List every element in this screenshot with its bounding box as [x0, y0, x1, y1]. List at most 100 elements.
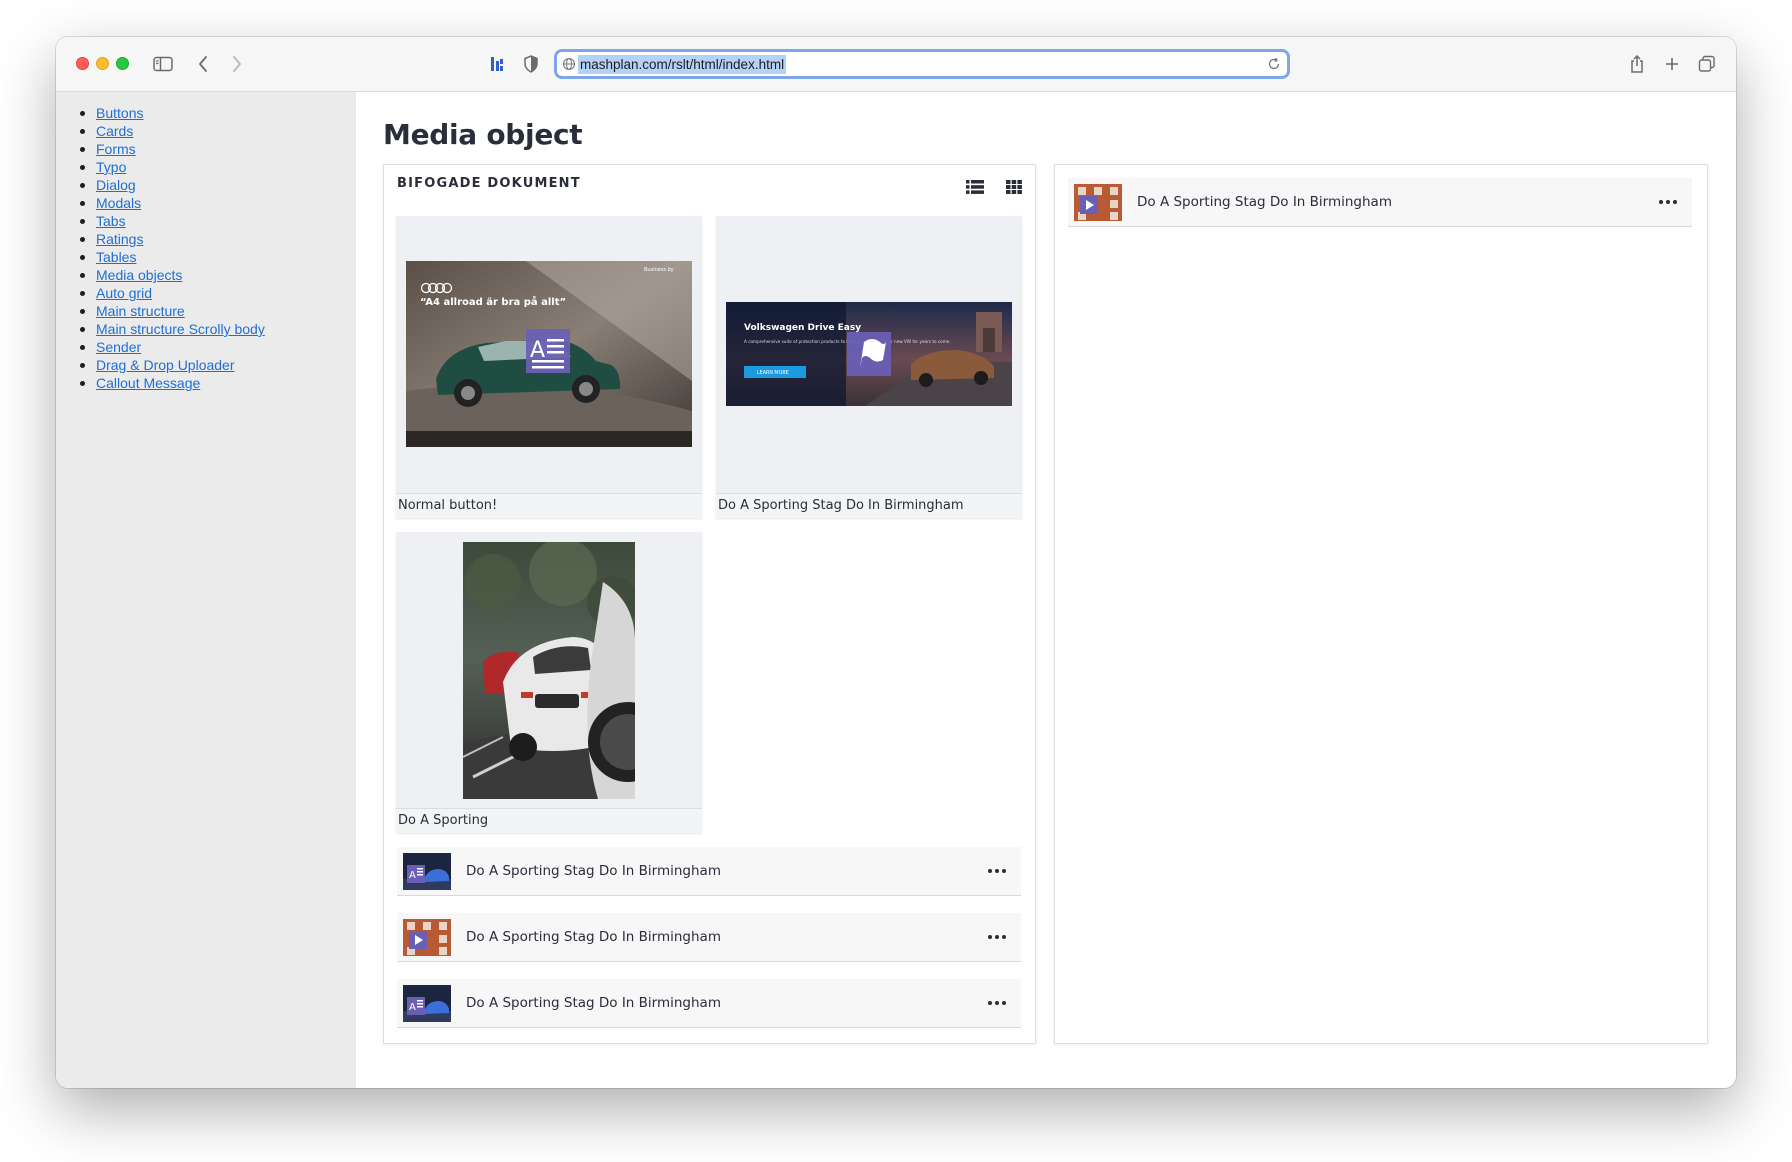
minimize-window-button[interactable]: [96, 57, 109, 70]
sidebar-link-media-objects[interactable]: Media objects: [96, 267, 182, 283]
list-thumbnail: A: [403, 853, 451, 890]
ad-title-audi: “A4 allroad är bra på allt”: [420, 295, 566, 308]
document-icon: A: [403, 853, 451, 890]
list-item-title[interactable]: Do A Sporting Stag Do In Birmingham: [466, 979, 721, 1027]
flag-icon: [847, 332, 891, 376]
list-view-icon: [966, 180, 984, 194]
panel-title: BIFOGADE DOKUMENT: [397, 176, 581, 191]
card-media: “A4 allroad är bra på allt” Business by …: [396, 216, 702, 492]
main-content: Media object BIFOGADE DOKUMENT “A4 allro…: [356, 92, 1736, 1088]
sidebar-item-typo: Typo: [79, 158, 265, 176]
media-list-panel: Do A Sporting Stag Do In Birmingham: [1054, 164, 1708, 1044]
sidebar-link-ratings[interactable]: Ratings: [96, 231, 143, 247]
video-icon: [1074, 184, 1122, 221]
page-title: Media object: [383, 118, 583, 151]
sidebar-item-ratings: Ratings: [79, 230, 265, 248]
more-options-icon[interactable]: [1658, 198, 1678, 206]
close-window-button[interactable]: [76, 57, 89, 70]
list-item[interactable]: Do A Sporting Stag Do In Birmingham: [1068, 178, 1692, 227]
back-icon[interactable]: [190, 51, 216, 77]
sidebar-link-buttons[interactable]: Buttons: [96, 105, 143, 121]
svg-text:A: A: [409, 870, 416, 881]
share-icon[interactable]: [1624, 51, 1650, 77]
zoom-window-button[interactable]: [116, 57, 129, 70]
video-icon: [403, 919, 451, 956]
list-item-title[interactable]: Do A Sporting Stag Do In Birmingham: [1137, 178, 1392, 226]
list-view-button[interactable]: [965, 178, 985, 196]
browser-toolbar: mashplan.com/rslt/html/index.html: [56, 37, 1736, 92]
sidebar-link-drag-drop[interactable]: Drag & Drop Uploader: [96, 357, 235, 373]
sidebar-item-buttons: Buttons: [79, 104, 265, 122]
sidebar-item-forms: Forms: [79, 140, 265, 158]
sidebar-item-tables: Tables: [79, 248, 265, 266]
sidebar-link-forms[interactable]: Forms: [96, 141, 136, 157]
address-bar[interactable]: mashplan.com/rslt/html/index.html: [554, 49, 1290, 79]
sidebar-link-typo[interactable]: Typo: [96, 159, 126, 175]
list-item-title[interactable]: Do A Sporting Stag Do In Birmingham: [466, 847, 721, 895]
more-options-icon[interactable]: [987, 933, 1007, 941]
ad-image-audi: “A4 allroad är bra på allt” Business by …: [406, 261, 692, 447]
sidebar-link-cards[interactable]: Cards: [96, 123, 133, 139]
ad-badge-audi: Business by: [644, 267, 674, 273]
document-icon: A: [403, 985, 451, 1022]
sidebar-nav: Buttons Cards Forms Typo Dialog Modals T…: [56, 92, 356, 1088]
sidebar-item-tabs: Tabs: [79, 212, 265, 230]
sidebar-link-main-structure[interactable]: Main structure: [96, 303, 185, 319]
sidebar-link-callout[interactable]: Callout Message: [96, 375, 200, 391]
card-caption: Normal button!: [396, 493, 702, 518]
sidebar-item-callout: Callout Message: [79, 374, 265, 392]
media-card[interactable]: Do A Sporting: [396, 532, 702, 833]
ad-image-vw: Volkswagen Drive Easy A comprehensive su…: [726, 302, 1012, 406]
sidebar-link-sender[interactable]: Sender: [96, 339, 141, 355]
list-item-title[interactable]: Do A Sporting Stag Do In Birmingham: [466, 913, 721, 961]
tab-overview-icon[interactable]: [1694, 51, 1720, 77]
sidebar-item-modals: Modals: [79, 194, 265, 212]
new-tab-icon[interactable]: [1659, 51, 1685, 77]
media-card[interactable]: Volkswagen Drive Easy A comprehensive su…: [716, 216, 1022, 518]
list-item[interactable]: A Do A Sporting Stag Do In Birmingham: [397, 979, 1021, 1028]
extension-icon[interactable]: [484, 51, 510, 77]
document-icon: A: [526, 329, 570, 373]
card-caption: Do A Sporting Stag Do In Birmingham: [716, 493, 1022, 518]
list-item[interactable]: A Do A Sporting Stag Do In Birmingham: [397, 847, 1021, 896]
sidebar-link-modals[interactable]: Modals: [96, 195, 141, 211]
sidebar-item-sender: Sender: [79, 338, 265, 356]
ad-title-vw: Volkswagen Drive Easy: [744, 323, 861, 333]
svg-text:A: A: [530, 338, 545, 363]
card-caption: Do A Sporting: [396, 808, 702, 833]
globe-icon: [562, 57, 576, 71]
more-options-icon[interactable]: [987, 867, 1007, 875]
sidebar-item-media-objects: Media objects: [79, 266, 265, 284]
car-photo: [463, 541, 635, 799]
media-card[interactable]: “A4 allroad är bra på allt” Business by …: [396, 216, 702, 518]
reload-icon[interactable]: [1267, 57, 1281, 71]
address-bar-text[interactable]: mashplan.com/rslt/html/index.html: [578, 55, 787, 74]
sidebar-toggle-icon[interactable]: [150, 51, 176, 77]
browser-window: mashplan.com/rslt/html/index.html Button…: [56, 37, 1736, 1088]
sidebar-link-tabs[interactable]: Tabs: [96, 213, 126, 229]
list-thumbnail: [1074, 184, 1122, 221]
grid-view-button[interactable]: [1004, 178, 1024, 196]
card-media: Volkswagen Drive Easy A comprehensive su…: [716, 216, 1022, 492]
list-item[interactable]: Do A Sporting Stag Do In Birmingham: [397, 913, 1021, 962]
sidebar-link-tables[interactable]: Tables: [96, 249, 136, 265]
attachments-panel: BIFOGADE DOKUMENT “A4 allroad är bra på …: [383, 164, 1036, 1044]
sidebar-item-drag-drop: Drag & Drop Uploader: [79, 356, 265, 374]
privacy-shield-icon[interactable]: [518, 51, 544, 77]
sidebar-link-auto-grid[interactable]: Auto grid: [96, 285, 152, 301]
card-media: [396, 532, 702, 808]
list-thumbnail: [403, 919, 451, 956]
list-thumbnail: A: [403, 985, 451, 1022]
forward-icon[interactable]: [224, 51, 250, 77]
sidebar-item-cards: Cards: [79, 122, 265, 140]
learn-more-label: LEARN MORE: [757, 370, 789, 376]
sidebar-list: Buttons Cards Forms Typo Dialog Modals T…: [79, 104, 265, 392]
sidebar-item-main-structure: Main structure: [79, 302, 265, 320]
sidebar-link-dialog[interactable]: Dialog: [96, 177, 136, 193]
grid-view-icon: [1006, 180, 1022, 194]
sidebar-item-main-structure-scrolly: Main structure Scrolly body: [79, 320, 265, 338]
svg-text:A: A: [409, 1002, 416, 1013]
sidebar-link-main-structure-scrolly[interactable]: Main structure Scrolly body: [96, 321, 265, 337]
sidebar-item-auto-grid: Auto grid: [79, 284, 265, 302]
more-options-icon[interactable]: [987, 999, 1007, 1007]
